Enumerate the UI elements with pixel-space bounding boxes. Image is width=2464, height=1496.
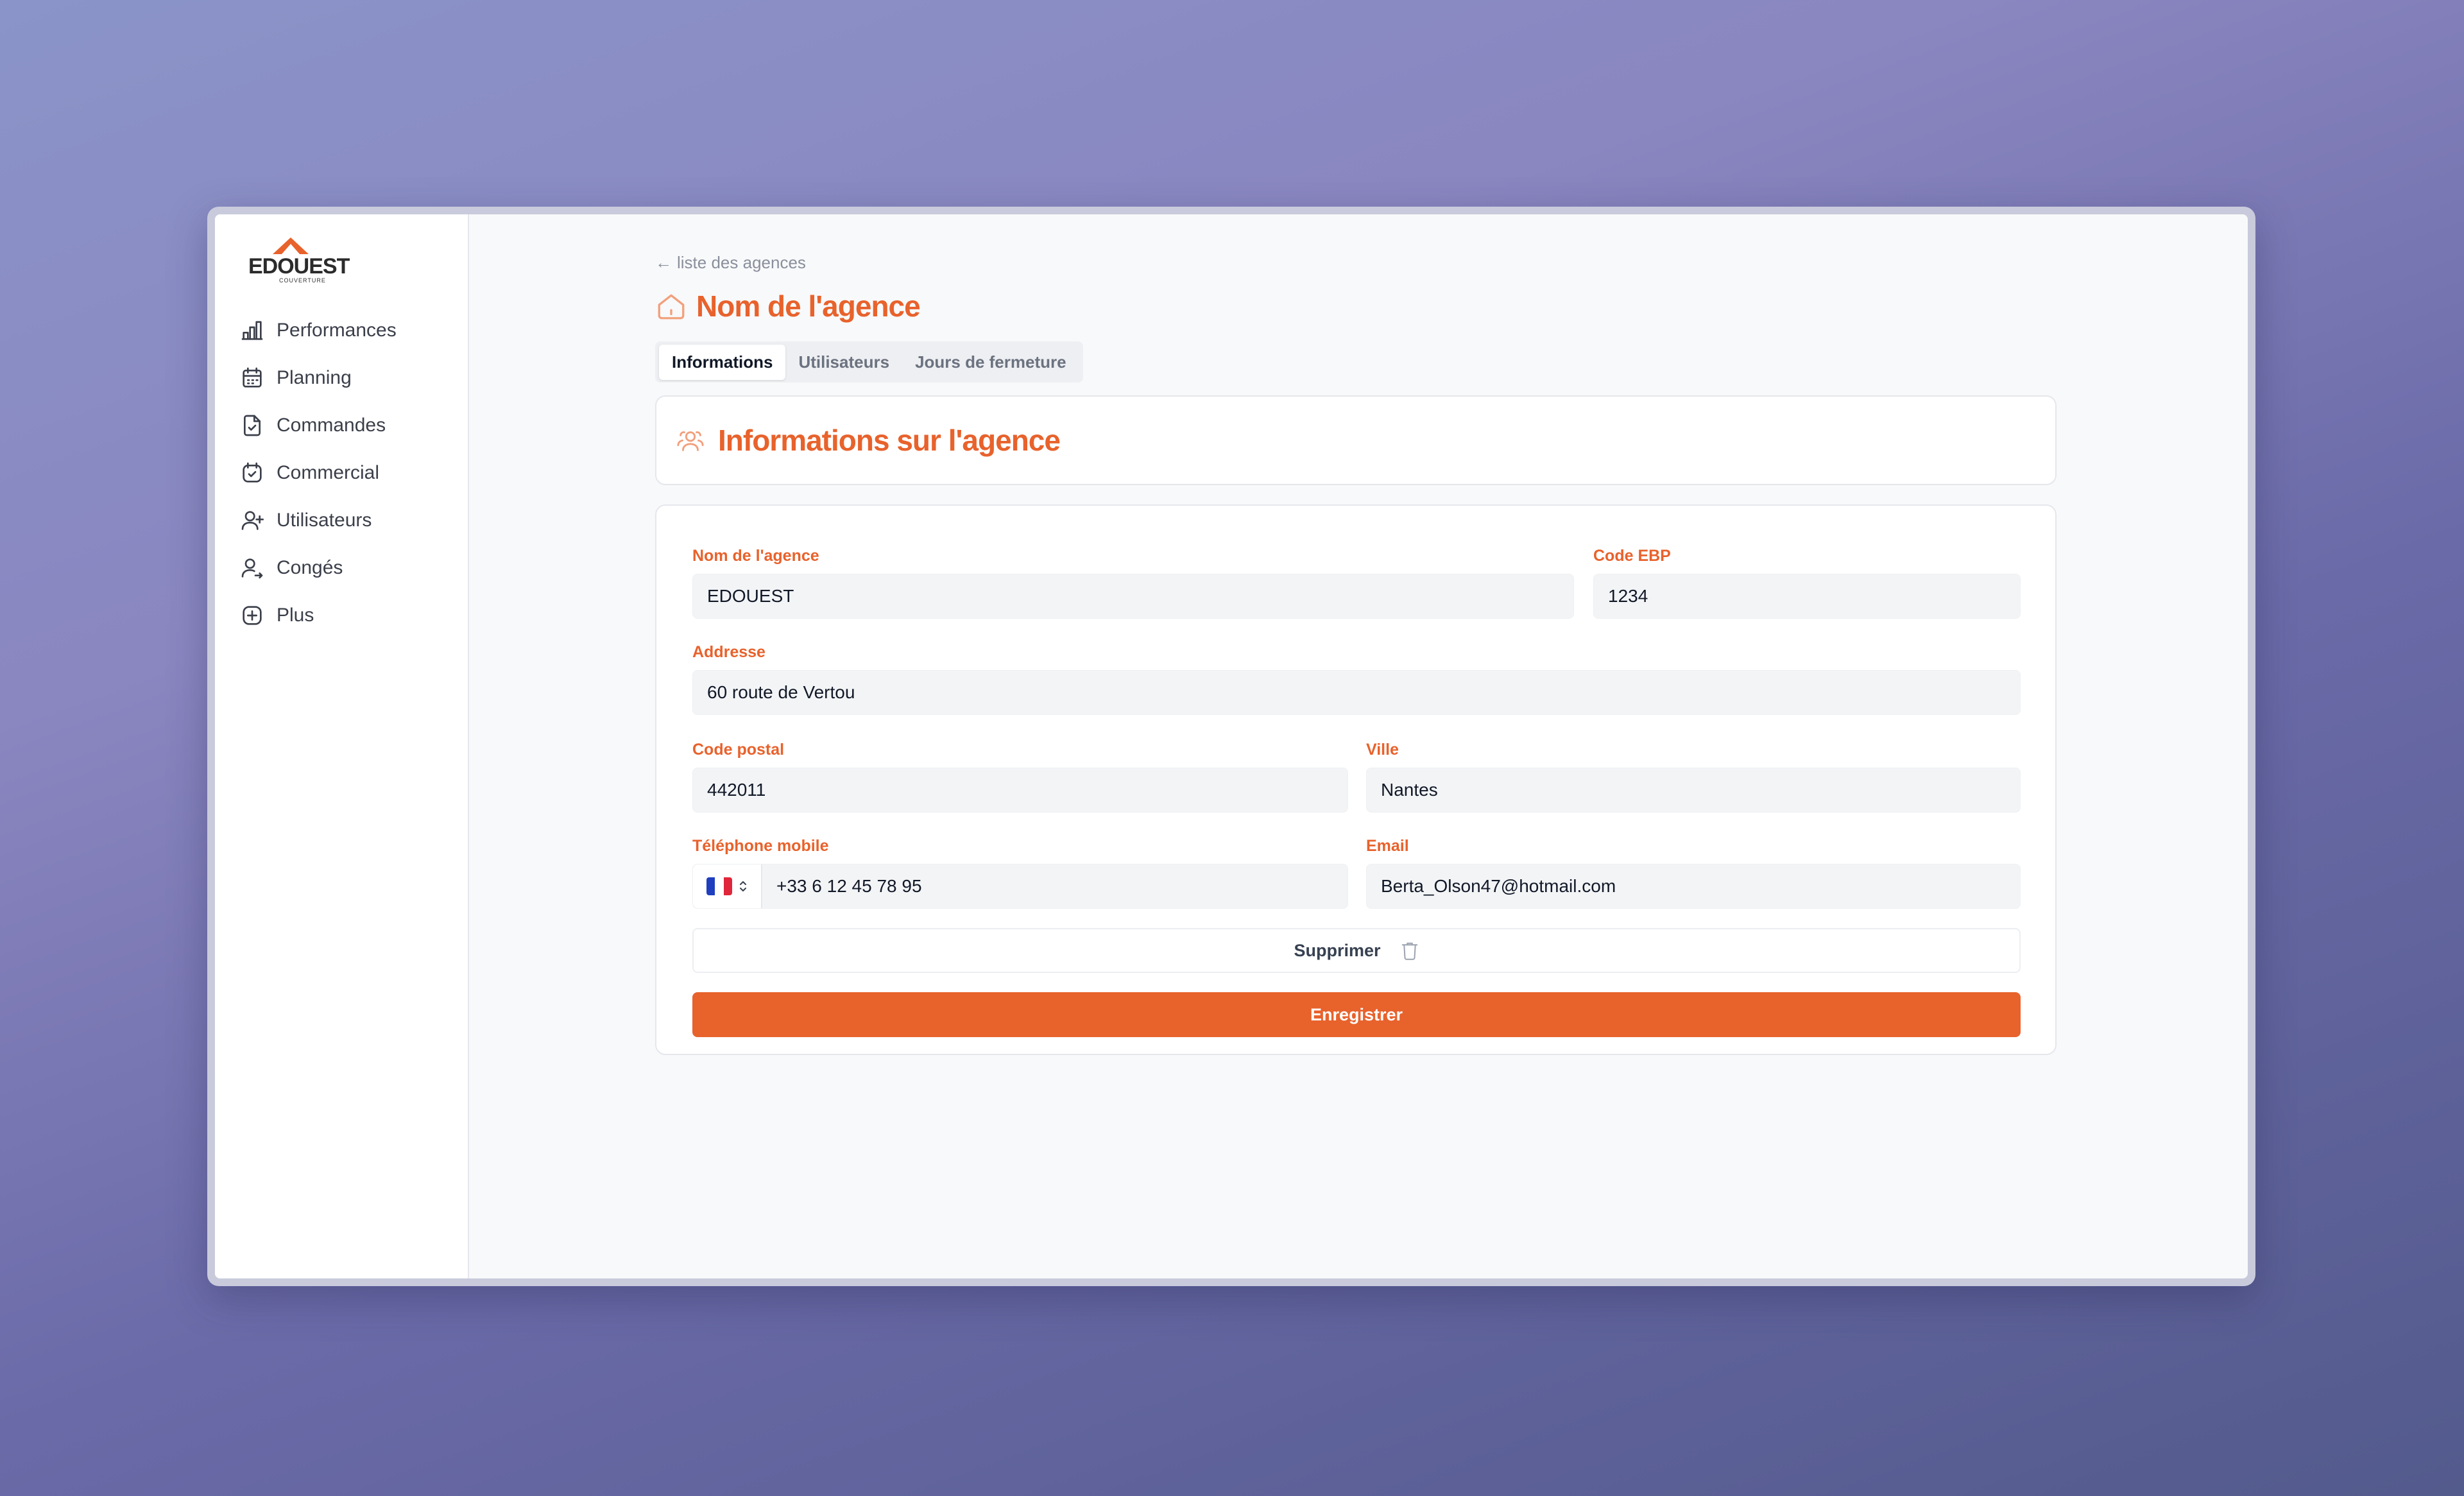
section-header-card: Informations sur l'agence [655,395,2057,485]
tab-jours-de-fermeture[interactable]: Jours de fermeture [902,345,1079,380]
email-input[interactable]: Berta_Olson47@hotmail.com [1366,864,2021,909]
sidebar-item-label: Plus [277,605,314,626]
country-select[interactable] [693,864,762,908]
sidebar-item-label: Utilisateurs [277,510,372,531]
sidebar-item-plus[interactable]: Plus [215,592,468,639]
save-button[interactable]: Enregistrer [692,992,2021,1037]
main-content: ← liste des agences Nom de l'agence Info… [469,214,2248,1278]
city-input[interactable]: Nantes [1366,768,2021,812]
file-check-icon [244,415,261,436]
sidebar-item-utilisateurs[interactable]: Utilisateurs [215,497,468,544]
logo[interactable]: EDOUEST COUVERTURE [248,237,350,289]
sidebar-nav: Performances Planning Commandes Commerci… [215,307,468,639]
city-label: Ville [1366,741,1399,759]
sidebar-item-label: Planning [277,367,352,388]
phone-field: +33 6 12 45 78 95 [692,864,1348,909]
france-flag-icon [706,877,732,895]
logo-subtext: COUVERTURE [279,277,326,284]
section-title: Informations sur l'agence [718,424,1061,457]
users-icon [677,431,704,451]
arrow-left-icon: ← [655,253,672,272]
tab-bar: Informations Utilisateurs Jours de ferme… [655,341,1083,383]
postal-code-input[interactable]: 442011 [692,768,1348,812]
bar-chart-icon [241,321,263,340]
email-label: Email [1366,837,1409,855]
sidebar-item-commandes[interactable]: Commandes [215,402,468,449]
logo-text: EDOUEST [248,254,350,279]
sidebar-item-commercial[interactable]: Commercial [215,449,468,497]
code-ebp-label: Code EBP [1593,547,1671,565]
page-title: Nom de l'agence [696,289,921,323]
back-link-label: liste des agences [677,253,806,272]
plus-square-icon [243,606,262,625]
page-header: Nom de l'agence [655,289,921,323]
trash-icon [1401,942,1417,960]
logo-roof-icon [273,237,309,254]
chevron-updown-icon [740,881,746,891]
address-label: Addresse [692,643,766,661]
sidebar-item-label: Commercial [277,462,380,483]
postal-code-label: Code postal [692,741,785,759]
save-button-label: Enregistrer [1310,1004,1403,1024]
sidebar-item-planning[interactable]: Planning [215,354,468,402]
phone-input[interactable]: +33 6 12 45 78 95 [762,876,922,897]
delete-button[interactable]: Supprimer [692,928,2021,973]
calendar-check-icon [243,462,262,483]
sidebar-item-performances[interactable]: Performances [215,307,468,354]
user-plus-icon [241,511,264,530]
phone-label: Téléphone mobile [692,837,829,855]
tab-utilisateurs[interactable]: Utilisateurs [785,345,902,380]
app-window: EDOUEST COUVERTURE Performances Planning… [207,207,2255,1286]
calendar-icon [243,367,262,388]
sidebar-item-label: Commandes [277,415,386,436]
agency-name-input[interactable]: EDOUEST [692,574,1574,619]
sidebar: EDOUEST COUVERTURE Performances Planning… [215,214,469,1278]
back-link[interactable]: ← liste des agences [655,253,806,273]
home-icon [658,294,685,320]
user-arrow-icon [241,558,263,579]
sidebar-item-conges[interactable]: Congés [215,544,468,592]
sidebar-item-label: Congés [277,557,343,578]
code-ebp-input[interactable]: 1234 [1593,574,2021,619]
agency-form: Nom de l'agence EDOUEST Code EBP 1234 Ad… [655,504,2057,1055]
delete-button-label: Supprimer [1294,940,1381,960]
tab-informations[interactable]: Informations [659,344,786,380]
sidebar-item-label: Performances [277,320,397,341]
address-input[interactable]: 60 route de Vertou [692,670,2021,715]
agency-name-label: Nom de l'agence [692,547,819,565]
app-frame: EDOUEST COUVERTURE Performances Planning… [215,214,2248,1278]
